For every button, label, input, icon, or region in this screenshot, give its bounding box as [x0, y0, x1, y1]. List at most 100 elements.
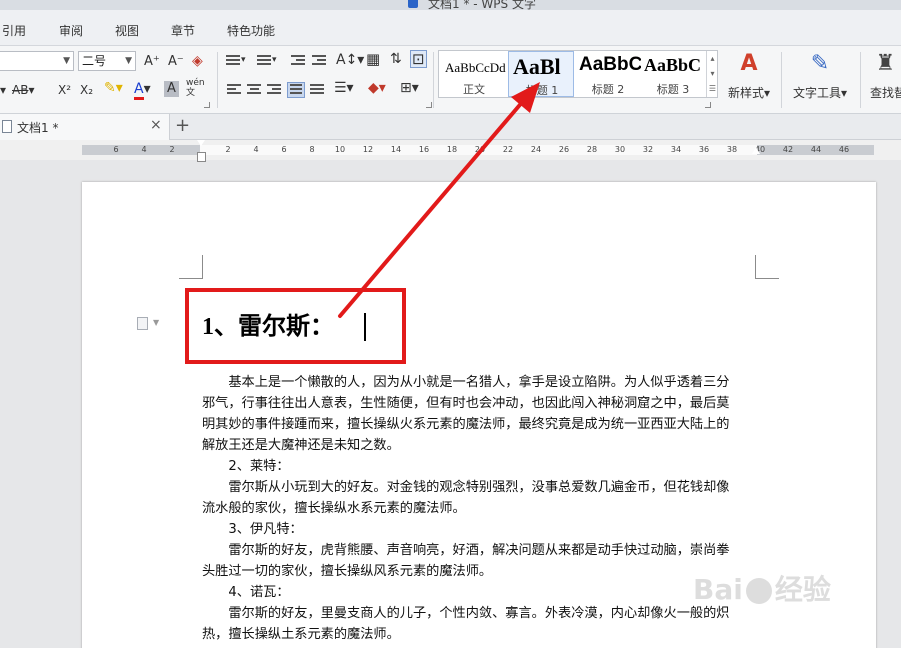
menu-chapter[interactable]: 章节	[171, 22, 195, 39]
margin-corner-mark	[755, 255, 779, 279]
body-text-line[interactable]: 4、诺瓦：	[202, 583, 289, 603]
ribbon-toolbar: ▼ 二号 ▼ A⁺ A⁻ ◈ ▾ AB▾ X² X₂ ✎▾ A▾ A wén 文 ▾…	[0, 46, 901, 114]
ruler-number: 46	[838, 145, 850, 154]
style-normal[interactable]: AaBbCcDd 正文	[441, 51, 507, 97]
text-direction-icon[interactable]: A↕▾	[336, 52, 364, 68]
phonetic-guide-button[interactable]: wén 文	[186, 78, 205, 98]
ruler-number: 26	[558, 145, 570, 154]
style-heading-1-sample: AaBl	[513, 54, 561, 79]
body-text-line[interactable]: 流水般的家伙，擅长操纵水系元素的魔法师。	[202, 499, 466, 519]
sort-icon[interactable]: ⇅	[390, 51, 402, 67]
table-icon[interactable]: ▦	[366, 51, 380, 67]
font-color-button[interactable]: A▾	[134, 81, 151, 100]
left-indent-marker[interactable]	[197, 152, 206, 162]
shrink-font-button[interactable]: A⁻	[168, 54, 184, 70]
ruler-number: 34	[670, 145, 682, 154]
bullet-list-icon[interactable]	[226, 55, 240, 67]
font-size-combo[interactable]: 二号 ▼	[78, 51, 136, 71]
body-text-line[interactable]: 雷尔斯的好友，里曼支商人的儿子，个性内敛、寡言。外表冷漠，内心却像火一般的炽	[202, 604, 729, 624]
menu-special-features[interactable]: 特色功能	[227, 22, 275, 39]
find-replace-button[interactable]: ♜ 查找替	[870, 50, 901, 101]
body-text-line[interactable]: 热，擅长操纵土系元素的魔法师。	[202, 625, 400, 645]
style-heading-2[interactable]: AaBbC 标题 2	[575, 51, 641, 97]
paragraph-dialog-launcher[interactable]	[426, 102, 432, 108]
increase-indent-icon[interactable]	[312, 55, 326, 67]
ruler-number: 14	[390, 145, 402, 154]
style-heading-3[interactable]: AaBbC 标题 3	[640, 51, 706, 97]
new-tab-button[interactable]: +	[175, 115, 190, 136]
new-style-button[interactable]: A 新样式▾	[724, 50, 774, 101]
body-text-line[interactable]: 头胜过一切的家伙，擅长操纵风系元素的魔法师。	[202, 562, 492, 582]
separator	[860, 52, 861, 108]
align-right-icon[interactable]	[267, 84, 281, 96]
menu-view[interactable]: 视图	[115, 22, 139, 39]
body-text-line[interactable]: 2、莱特：	[202, 457, 289, 477]
superscript-button[interactable]: X²	[58, 82, 71, 98]
highlight-icon[interactable]: ✎▾	[104, 80, 123, 96]
body-text-line[interactable]: 3、伊凡特：	[202, 520, 302, 540]
paw-icon	[745, 578, 772, 604]
body-text-line[interactable]: 解放王还是大魔神还是未知之数。	[202, 436, 400, 456]
font-name-combo[interactable]: ▼	[0, 51, 74, 71]
menu-review[interactable]: 审阅	[59, 22, 83, 39]
strikethrough-label: AB	[12, 83, 29, 97]
style-heading-2-sample: AaBbC	[579, 54, 641, 75]
style-heading-3-name: 标题 3	[656, 83, 690, 96]
show-marks-icon[interactable]: ⊡	[410, 50, 427, 68]
text-tools-icon: ✎	[810, 51, 830, 76]
ruler-number: 36	[698, 145, 710, 154]
watermark-right-text: 经验	[774, 573, 831, 606]
body-text-line[interactable]: 明其妙的事件接踵而来，擅长操纵火系元素的魔法师，最终究竟是成为统一亚西亚大陆上的	[202, 415, 730, 435]
ruler-number: 30	[614, 145, 626, 154]
close-tab-button[interactable]: ×	[150, 117, 162, 133]
strikethrough-button[interactable]: AB▾	[12, 82, 34, 98]
new-style-label: 新样式	[727, 86, 764, 100]
font-dialog-launcher[interactable]	[204, 102, 210, 108]
align-center-icon[interactable]	[247, 84, 261, 96]
body-text-line[interactable]: 雷尔斯的好友，虎背熊腰、声音响亮，好酒，解决问题从来都是动手快过动脑，崇尚拳	[202, 541, 729, 561]
align-left-icon[interactable]	[227, 84, 241, 96]
right-indent-marker[interactable]	[752, 147, 760, 154]
clear-format-icon[interactable]: ◈	[192, 53, 203, 69]
shading-icon[interactable]: ◆▾	[368, 80, 386, 96]
body-text-line[interactable]: 邪气，行事往往出人意表，生性随便，但有时也会冲动，也因此闯入神秘洞窟之中，最后莫	[202, 394, 730, 414]
ruler-number: 4	[253, 145, 259, 154]
ruler-number: 18	[446, 145, 458, 154]
body-text-line[interactable]: 基本上是一个懒散的人，因为从小就是一名猎人，拿手是设立陷阱。为人似乎透着三分	[202, 373, 729, 393]
document-tab[interactable]: 文档1 * ×	[0, 114, 170, 140]
separator	[433, 52, 434, 108]
title-bar: 文档1 * - WPS 文字	[0, 0, 901, 10]
styles-scrollbar[interactable]: ▴ ▾ ☰	[706, 51, 718, 97]
numbered-list-icon[interactable]	[257, 55, 271, 67]
first-line-indent-marker[interactable]	[197, 140, 205, 146]
document-tab-name: 文档1 *	[17, 121, 59, 135]
bullet-dropdown[interactable]: ▾	[241, 52, 246, 68]
body-text-line[interactable]: 雷尔斯从小玩到大的好友。对金钱的观念特别强烈，没事总爱数几遍金币，但花钱却像	[202, 478, 729, 498]
ruler-number: 42	[782, 145, 794, 154]
underline-dropdown[interactable]: ▾	[0, 82, 6, 98]
style-heading-1[interactable]: AaBl 标题 1	[508, 51, 574, 97]
ruler-number: 24	[530, 145, 542, 154]
decrease-indent-icon[interactable]	[291, 55, 305, 67]
justify-icon[interactable]	[287, 82, 305, 98]
styles-dialog-launcher[interactable]	[705, 102, 711, 108]
menu-bar: 引用 审阅 视图 章节 特色功能	[0, 10, 901, 46]
numbered-dropdown[interactable]: ▾	[272, 52, 277, 68]
borders-icon[interactable]: ⊞▾	[400, 80, 419, 96]
menu-references[interactable]: 引用	[2, 22, 26, 39]
document-tab-bar: 文档1 * × +	[0, 114, 901, 140]
grow-font-button[interactable]: A⁺	[144, 54, 160, 70]
char-shading-button[interactable]: A	[164, 81, 179, 97]
paragraph-dropdown-icon[interactable]: ▼	[153, 318, 159, 327]
text-tools-button[interactable]: ✎ 文字工具▾	[790, 50, 850, 101]
style-heading-1-name: 标题 1	[525, 84, 559, 97]
ruler-number: 4	[141, 145, 147, 154]
distributed-align-icon[interactable]	[310, 84, 324, 96]
line-spacing-icon[interactable]: ☰▾	[334, 80, 354, 96]
ruler-number: 32	[642, 145, 654, 154]
subscript-button[interactable]: X₂	[80, 82, 93, 98]
style-normal-sample: AaBbCcDd	[445, 60, 506, 75]
style-normal-name: 正文	[463, 83, 485, 96]
separator	[217, 52, 218, 108]
paragraph-layout-icon[interactable]	[137, 317, 148, 330]
